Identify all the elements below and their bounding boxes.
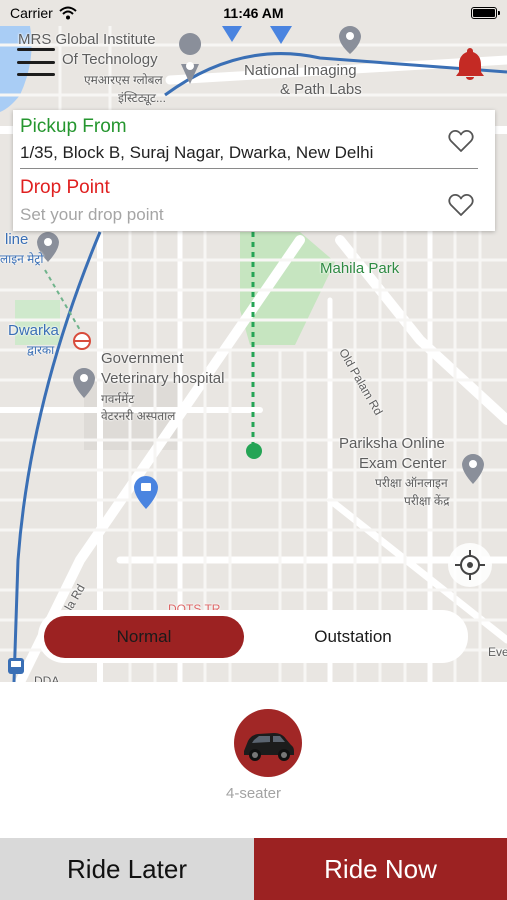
map-label-mrs-2: Of Technology [62, 51, 158, 68]
map-label-pariksha-hindi-2: परीक्षा केंद्र [404, 494, 450, 508]
address-card: Pickup From 1/35, Block B, Suraj Nagar, … [13, 110, 495, 231]
map-label-mrs-hindi-2: इंस्टिट्यूट... [118, 91, 166, 105]
map-label-lab-1: National Imaging [244, 62, 357, 79]
map-label-dda: DDA [34, 674, 60, 682]
map-label-govt-hindi-1: गवर्नमेंट [101, 392, 135, 406]
pickup-favorite-heart-icon[interactable] [448, 129, 474, 153]
hamburger-menu-icon[interactable] [17, 48, 55, 76]
drop-title: Drop Point [20, 177, 110, 198]
pickup-title: Pickup From [20, 116, 127, 137]
map-label-govt-1: Government [101, 350, 184, 367]
map-label-govt-hindi-2: वेटरनरी अस्पताल [101, 409, 176, 423]
map-label-mrs-1: MRS Global Institute [18, 31, 156, 48]
trip-type-toggle: Normal Outstation [38, 610, 468, 663]
vehicle-option-4-seater[interactable] [234, 709, 302, 777]
map-label-mrs-hindi-1: एमआरएस ग्लोबल [84, 73, 163, 87]
drop-point-input[interactable] [20, 204, 440, 226]
drop-favorite-heart-icon[interactable] [448, 193, 474, 217]
map-roads [0, 25, 507, 682]
car-icon [244, 733, 294, 761]
map-label-govt-2: Veterinary hospital [101, 370, 225, 387]
map-label-lab-2: & Path Labs [280, 81, 362, 98]
vehicle-label: 4-seater [225, 785, 282, 802]
bell-icon[interactable] [455, 46, 485, 80]
map-view[interactable]: MRS Global Institute Of Technology एमआरए… [0, 0, 507, 682]
map-label-dwarka: Dwarka [8, 322, 59, 339]
bottom-action-bar: Ride Later Ride Now [0, 838, 507, 900]
normal-tab[interactable]: Normal [44, 615, 244, 658]
status-bar: Carrier 11:46 AM [0, 0, 507, 26]
map-label-line: line [5, 231, 29, 248]
battery-icon [471, 7, 500, 19]
locate-icon[interactable] [448, 543, 492, 587]
vehicle-selector: 4-seater [0, 682, 507, 838]
map-label-pariksha-1: Pariksha Online [339, 435, 445, 452]
map-label-pariksha-hindi-1: परीक्षा ऑनलाइन [375, 476, 448, 490]
status-time: 11:46 AM [223, 5, 284, 21]
card-divider [20, 168, 478, 169]
map-label-eve: Eve [488, 645, 507, 659]
ride-later-button[interactable]: Ride Later [0, 838, 254, 900]
map-label-pariksha-2: Exam Center [359, 455, 447, 472]
map-label-line-hindi: लाइन मेट्रो [0, 252, 44, 266]
map-label-dwarka-hindi: द्वारका [27, 343, 55, 357]
pickup-address-field[interactable]: 1/35, Block B, Suraj Nagar, Dwarka, New … [20, 143, 440, 163]
outstation-tab[interactable]: Outstation [244, 616, 462, 658]
ride-booking-screen: MRS Global Institute Of Technology एमआरए… [0, 0, 507, 900]
map-label-mahila-park: Mahila Park [320, 260, 400, 277]
ride-now-button[interactable]: Ride Now [254, 838, 507, 900]
